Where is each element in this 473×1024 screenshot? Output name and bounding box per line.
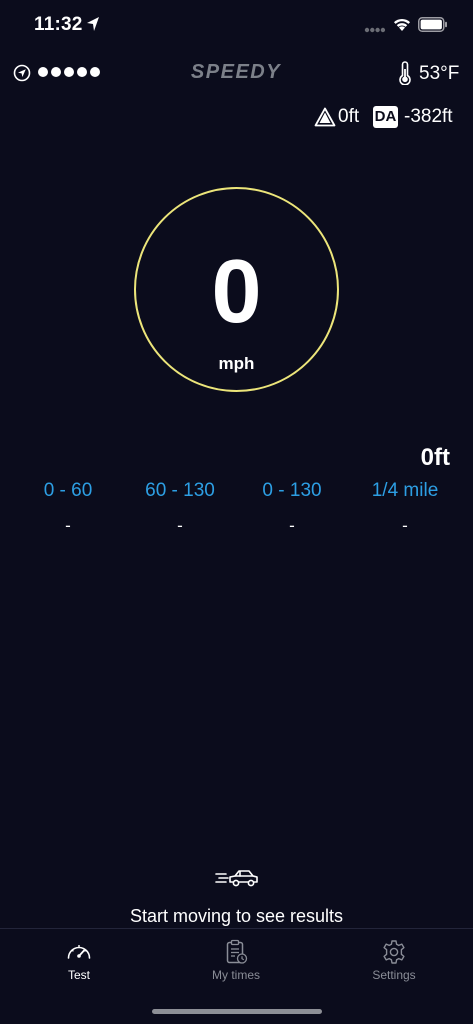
tab-test[interactable]: Test bbox=[19, 939, 139, 983]
gps-signal-strength bbox=[38, 67, 100, 77]
moving-car-icon bbox=[215, 870, 258, 887]
distance-value: 0ft bbox=[420, 444, 450, 471]
gps-signal-dot bbox=[38, 67, 48, 77]
metric-value-60-130: - bbox=[177, 516, 183, 535]
app-logo: SPEEDY bbox=[190, 61, 282, 83]
density-altitude-value: -382ft bbox=[404, 106, 453, 127]
metric-label-quarter-mile: 1/4 mile bbox=[371, 480, 439, 501]
battery-icon bbox=[418, 17, 447, 32]
gps-signal-dot bbox=[90, 67, 100, 77]
speedometer-icon bbox=[67, 945, 91, 959]
metric-label-0-60: 0 - 60 bbox=[43, 480, 93, 501]
cellular-signal-icon bbox=[364, 27, 386, 33]
tab-settings-label: Settings bbox=[372, 968, 416, 982]
speed-value: 0 bbox=[211, 242, 262, 342]
gps-location-icon bbox=[13, 64, 31, 82]
wifi-icon bbox=[394, 18, 410, 31]
gps-signal-dot bbox=[51, 67, 61, 77]
metric-value-quarter-mile: - bbox=[402, 516, 408, 535]
gear-icon bbox=[383, 940, 405, 964]
tab-my-times-label: My times bbox=[212, 968, 260, 982]
metric-value-0-60: - bbox=[65, 516, 71, 535]
speed-unit: mph bbox=[218, 354, 255, 373]
clipboard-clock-icon bbox=[226, 939, 248, 964]
location-arrow-icon bbox=[87, 17, 99, 31]
metric-label-0-130: 0 - 130 bbox=[262, 480, 322, 501]
metric-label-60-130: 60 - 130 bbox=[145, 480, 215, 501]
empty-state-message: Start moving to see results bbox=[129, 906, 344, 926]
density-altitude-badge: DA bbox=[373, 106, 398, 128]
gps-signal-dot bbox=[77, 67, 87, 77]
tab-settings[interactable]: Settings bbox=[334, 939, 454, 983]
elevation-value: 0ft bbox=[338, 106, 360, 127]
status-time: 11:32 bbox=[34, 14, 83, 35]
tab-my-times[interactable]: My times bbox=[176, 939, 296, 983]
metric-value-0-130: - bbox=[289, 516, 295, 535]
gps-signal-dot bbox=[64, 67, 74, 77]
tab-test-label: Test bbox=[67, 968, 90, 982]
thermometer-icon bbox=[399, 61, 411, 85]
mountain-altitude-icon bbox=[314, 107, 336, 127]
temperature-value: 53°F bbox=[419, 63, 460, 84]
home-indicator[interactable] bbox=[152, 1009, 322, 1014]
